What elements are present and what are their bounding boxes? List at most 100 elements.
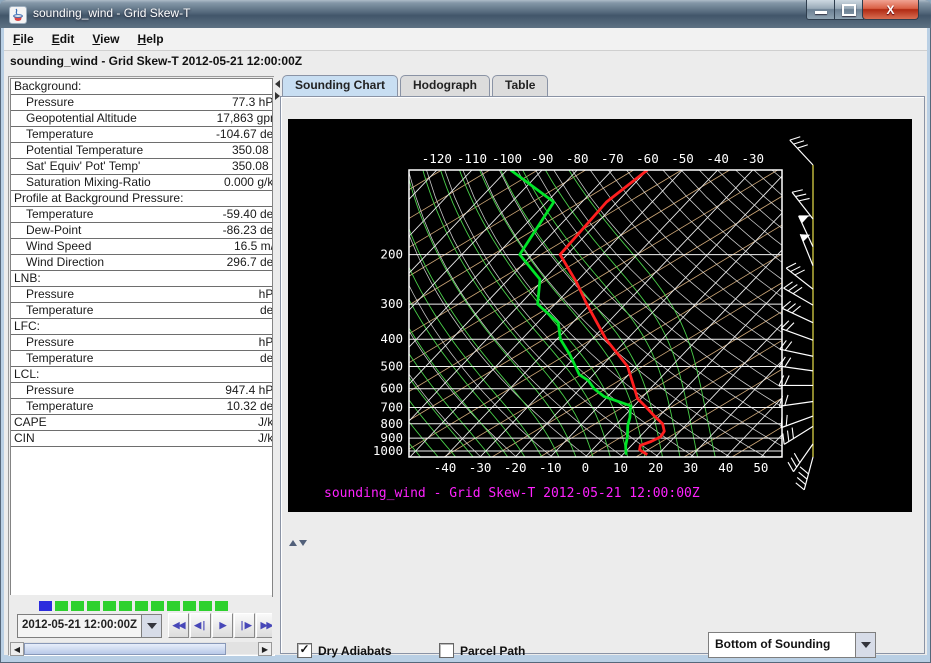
table-row[interactable]: Temperaturedeg [11, 351, 272, 367]
scroll-left-button[interactable]: ◀ [10, 642, 24, 656]
maximize-button[interactable] [834, 0, 864, 20]
close-button[interactable]: X [862, 0, 919, 20]
time-step[interactable] [215, 601, 228, 611]
window-title: sounding_wind - Grid Skew-T [33, 6, 190, 20]
time-step-squares[interactable] [39, 601, 228, 611]
svg-text:-30: -30 [469, 460, 492, 475]
table-row[interactable]: Potential Temperature350.08 K [11, 143, 272, 159]
table-row[interactable]: Temperature10.32 deg [11, 399, 272, 415]
play-button[interactable]: ▶ [212, 613, 233, 638]
time-step[interactable] [151, 601, 164, 611]
svg-text:-60: -60 [636, 151, 659, 166]
title-bar[interactable]: sounding_wind - Grid Skew-T X [0, 0, 931, 28]
table-row[interactable]: Pressure947.4 hPa [11, 383, 272, 399]
svg-text:-20: -20 [504, 460, 527, 475]
table-row[interactable]: Geopotential Altitude17,863 gpm [11, 111, 272, 127]
row-label: Temperature [26, 127, 93, 142]
table-row[interactable]: Temperaturedeg [11, 303, 272, 319]
collapse-up-icon[interactable] [289, 540, 297, 546]
first-button[interactable]: ◀◀ [168, 613, 189, 638]
table-row[interactable]: CAPEJ/kg [11, 415, 272, 431]
parcel-mode-combo[interactable]: Bottom of Sounding [708, 632, 876, 658]
table-row[interactable]: PressurehPa [11, 287, 272, 303]
skewt-chart[interactable]: -120-110-100-90-80-70-60-50-40-30-40-30-… [288, 119, 912, 512]
row-value: 947.4 hPa [225, 383, 272, 398]
svg-text:-70: -70 [601, 151, 624, 166]
tab-hodograph[interactable]: Hodograph [400, 75, 490, 97]
chart-title: sounding_wind - Grid Skew-T 2012-05-21 1… [324, 486, 700, 501]
time-step[interactable] [87, 601, 100, 611]
checkbox-parcel-path[interactable]: Parcel Path [439, 643, 525, 658]
table-row[interactable]: Dew-Point -86.23 deg [11, 223, 272, 239]
time-step[interactable] [119, 601, 132, 611]
menu-edit[interactable]: Edit [43, 32, 84, 46]
row-label: Dew-Point [26, 223, 81, 238]
table-row[interactable]: LNB: [11, 271, 272, 287]
svg-text:-30: -30 [741, 151, 764, 166]
parameter-table[interactable]: Background:Pressure77.3 hPaGeopotential … [10, 78, 273, 597]
row-value: J/kg [258, 415, 272, 430]
collapse-left-icon[interactable] [275, 80, 280, 88]
time-combo-button[interactable] [141, 615, 161, 637]
step-back-button[interactable]: ◀❘ [190, 613, 211, 638]
table-row[interactable]: LCL: [11, 367, 272, 383]
time-value: 2012-05-21 12:00:00Z [18, 615, 141, 637]
menu-view[interactable]: View [83, 32, 128, 46]
time-step[interactable] [167, 601, 180, 611]
row-label: LCL: [14, 367, 39, 382]
row-label: Temperature [26, 303, 93, 318]
horizontal-scrollbar[interactable]: ◀ ▶ [10, 642, 272, 654]
playback-buttons: ◀◀◀❘▶❘▶▶▶◯ [168, 613, 272, 638]
last-button[interactable]: ▶▶ [256, 613, 272, 638]
time-step[interactable] [199, 601, 212, 611]
time-select-combo[interactable]: 2012-05-21 12:00:00Z [17, 614, 162, 638]
parcel-mode-combo-button[interactable] [855, 633, 875, 657]
checkbox-box[interactable]: ✓ [297, 643, 312, 658]
table-row[interactable]: Saturation Mixing-Ratio0.000 g/kg [11, 175, 272, 191]
step-forward-button[interactable]: ❘▶ [234, 613, 255, 638]
table-row[interactable]: Temperature-104.67 deg [11, 127, 272, 143]
scroll-right-button[interactable]: ▶ [258, 642, 272, 656]
row-label: Saturation Mixing-Ratio [26, 175, 151, 190]
maximize-icon [842, 4, 856, 16]
checkbox-box[interactable] [439, 643, 454, 658]
checkbox-dry-adiabats[interactable]: ✓Dry Adiabats [297, 643, 392, 658]
time-step-selected[interactable] [39, 601, 52, 611]
table-row[interactable]: Wind Speed16.5 m/s [11, 239, 272, 255]
table-row[interactable]: Wind Direction296.7 deg [11, 255, 272, 271]
time-step[interactable] [135, 601, 148, 611]
scrollbar-track[interactable] [226, 642, 258, 654]
row-value: 350.08 K [232, 159, 272, 174]
scrollbar-thumb[interactable] [24, 643, 226, 655]
row-value: 10.32 deg [227, 399, 272, 414]
chevron-down-icon [861, 642, 871, 648]
minimize-button[interactable] [806, 0, 836, 20]
svg-text:40: 40 [718, 460, 733, 475]
tab-table[interactable]: Table [492, 75, 548, 97]
menu-file[interactable]: File [4, 32, 43, 46]
time-step[interactable] [183, 601, 196, 611]
time-step[interactable] [71, 601, 84, 611]
parcel-mode-value: Bottom of Sounding [709, 633, 855, 657]
timeline-panel: 2012-05-21 12:00:00Z ◀◀◀❘▶❘▶▶▶◯ [10, 595, 272, 642]
svg-text:-50: -50 [671, 151, 694, 166]
table-row[interactable]: Temperature-59.40 deg [11, 207, 272, 223]
chart-splitter[interactable] [289, 540, 307, 546]
table-row[interactable]: Pressure77.3 hPa [11, 95, 272, 111]
table-row[interactable]: Background: [11, 79, 272, 95]
row-value: hPa [259, 287, 272, 302]
row-label: LFC: [14, 319, 40, 334]
time-step[interactable] [103, 601, 116, 611]
parameter-panel: Background:Pressure77.3 hPaGeopotential … [8, 76, 275, 656]
collapse-down-icon[interactable] [299, 540, 307, 546]
table-row[interactable]: LFC: [11, 319, 272, 335]
table-row[interactable]: Sat' Equiv' Pot' Temp'350.08 K [11, 159, 272, 175]
row-value: -86.23 deg [223, 223, 272, 238]
row-label: Wind Speed [26, 239, 91, 254]
table-row[interactable]: PressurehPa [11, 335, 272, 351]
table-row[interactable]: CINJ/kg [11, 431, 272, 447]
table-row[interactable]: Profile at Background Pressure: [11, 191, 272, 207]
time-step[interactable] [55, 601, 68, 611]
menu-help[interactable]: Help [129, 32, 173, 46]
row-value: deg [260, 351, 272, 366]
